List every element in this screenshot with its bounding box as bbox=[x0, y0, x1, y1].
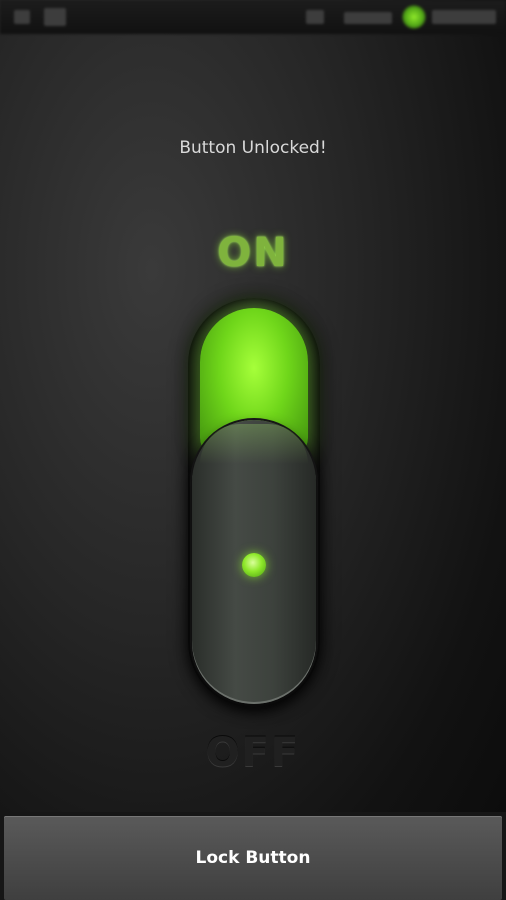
battery-icon bbox=[402, 5, 426, 29]
on-label: ON bbox=[217, 230, 289, 276]
status-bar bbox=[0, 0, 506, 34]
usb-icon bbox=[14, 10, 30, 24]
unlock-status-message: Button Unlocked! bbox=[179, 138, 327, 158]
switch-indicator-light bbox=[242, 553, 266, 577]
app-screen: Button Unlocked! ON OFF Lock Button bbox=[0, 0, 506, 900]
signal-icon bbox=[306, 10, 324, 24]
bottom-bar: Lock Button bbox=[0, 812, 506, 900]
image-icon bbox=[44, 8, 66, 26]
clock-icon bbox=[432, 10, 496, 24]
wifi-icon bbox=[344, 12, 392, 24]
lock-button[interactable]: Lock Button bbox=[4, 816, 502, 900]
off-label: OFF bbox=[205, 730, 301, 776]
